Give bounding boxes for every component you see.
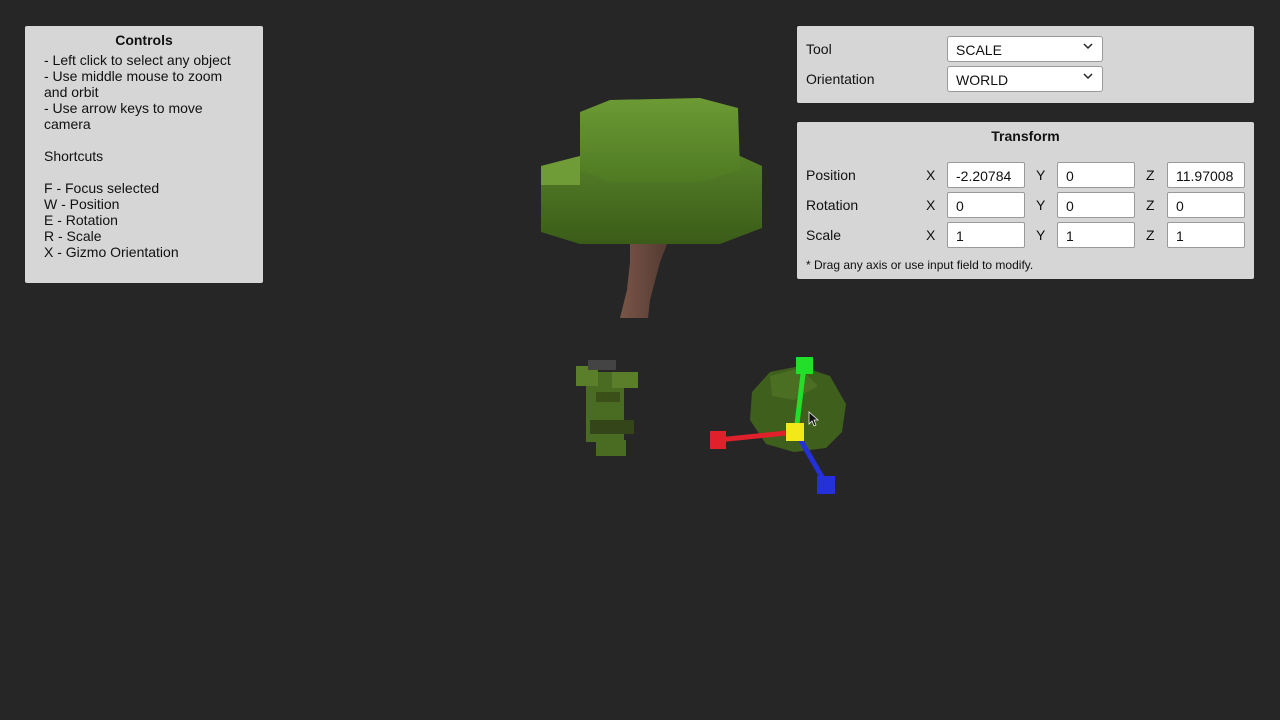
shortcut-item: F - Focus selected xyxy=(44,180,160,196)
controls-line: and orbit xyxy=(44,84,99,100)
transform-note: * Drag any axis or use input field to mo… xyxy=(806,258,1034,272)
controls-panel: Controls - Left click to select any obje… xyxy=(25,26,263,283)
shortcut-item: R - Scale xyxy=(44,228,102,244)
chevron-down-icon xyxy=(1083,73,1093,80)
transform-title: Transform xyxy=(991,128,1060,144)
scale-x-field[interactable]: 1 xyxy=(947,222,1025,248)
plant-leaf xyxy=(612,372,638,388)
axis-y-label: Y xyxy=(1036,227,1046,243)
scale-y-field[interactable]: 1 xyxy=(1057,222,1135,248)
shortcuts-title: Shortcuts xyxy=(44,148,104,164)
position-y-field[interactable]: 0 xyxy=(1057,162,1135,188)
shortcut-item: X - Gizmo Orientation xyxy=(44,244,179,260)
tool-panel: Tool SCALE Orientation WORLD xyxy=(797,26,1254,103)
plant-base xyxy=(596,440,626,456)
controls-line: camera xyxy=(44,116,91,132)
position-z-field[interactable]: 11.97008 xyxy=(1167,162,1245,188)
gizmo-z-handle[interactable] xyxy=(817,476,835,494)
tree-trunk xyxy=(620,232,672,318)
axis-z-label: Z xyxy=(1146,227,1155,243)
controls-line: - Use middle mouse to zoom xyxy=(44,68,223,84)
chevron-down-icon xyxy=(1083,43,1093,50)
gizmo-center-handle[interactable] xyxy=(786,423,804,441)
tool-label: Tool xyxy=(806,41,832,57)
axis-x-label: X xyxy=(926,167,936,183)
rotation-z-field[interactable]: 0 xyxy=(1167,192,1245,218)
orientation-dropdown[interactable]: WORLD xyxy=(947,66,1103,92)
transform-panel: Transform Position X -2.20784 Y 0 Z 11.9… xyxy=(797,122,1254,279)
axis-x-label: X xyxy=(926,197,936,213)
gizmo-y-handle[interactable] xyxy=(796,357,813,374)
rotation-x-field[interactable]: 0 xyxy=(947,192,1025,218)
plant-shadow xyxy=(588,360,616,370)
controls-title: Controls xyxy=(115,32,173,48)
scale-z-field[interactable]: 1 xyxy=(1167,222,1245,248)
axis-y-label: Y xyxy=(1036,167,1046,183)
shortcut-item: E - Rotation xyxy=(44,212,118,228)
shortcut-item: W - Position xyxy=(44,196,120,212)
tool-dropdown-value: SCALE xyxy=(956,42,1002,58)
orientation-dropdown-value: WORLD xyxy=(956,72,1009,88)
controls-line: - Use arrow keys to move xyxy=(44,100,203,116)
axis-x-label: X xyxy=(926,227,936,243)
plant-shadow xyxy=(596,392,620,402)
tree-canopy-upper xyxy=(580,98,740,182)
tree-object[interactable] xyxy=(541,98,762,318)
position-x-field[interactable]: -2.20784 xyxy=(947,162,1025,188)
gizmo-x-handle[interactable] xyxy=(710,431,726,449)
tree-canopy-highlight xyxy=(541,156,580,185)
orientation-label: Orientation xyxy=(806,71,875,87)
rotation-label: Rotation xyxy=(806,197,859,213)
tool-dropdown[interactable]: SCALE xyxy=(947,36,1103,62)
position-label: Position xyxy=(806,167,856,183)
axis-y-label: Y xyxy=(1036,197,1046,213)
axis-z-label: Z xyxy=(1146,167,1155,183)
axis-z-label: Z xyxy=(1146,197,1155,213)
rotation-y-field[interactable]: 0 xyxy=(1057,192,1135,218)
plant-shadow xyxy=(590,420,634,434)
controls-line: - Left click to select any object xyxy=(44,52,231,68)
scale-label: Scale xyxy=(806,227,842,243)
plant-object[interactable] xyxy=(576,360,638,456)
